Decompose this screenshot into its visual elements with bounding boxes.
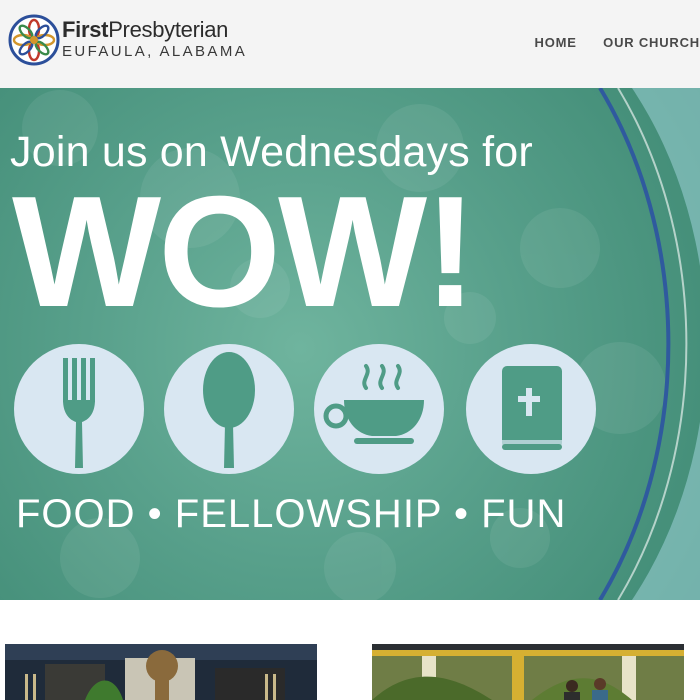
brand-location: EUFAULA, ALABAMA	[62, 43, 248, 60]
coffee-cup-icon	[323, 364, 424, 444]
brand-name: FirstPresbyterian	[62, 18, 247, 42]
main-nav: HOME OUR CHURCH	[513, 34, 700, 52]
hero-title: WOW!	[12, 164, 477, 340]
fork-icon	[63, 358, 95, 468]
church-logo-icon[interactable]	[8, 14, 60, 66]
hero-banner[interactable]: Join us on Wednesdays for WOW! FOOD • FE…	[0, 88, 700, 600]
bible-icon-circle	[466, 344, 596, 474]
bible-icon	[502, 366, 562, 450]
nav-our-church[interactable]: OUR CHURCH	[603, 35, 700, 50]
fellowship-photo[interactable]	[372, 644, 684, 700]
spoon-icon-circle	[164, 344, 294, 474]
nav-home[interactable]: HOME	[535, 35, 577, 50]
brand-rest: Presbyterian	[108, 17, 229, 42]
fellowship-image	[372, 644, 684, 700]
sanctuary-image	[5, 644, 317, 700]
fork-icon-circle	[14, 344, 144, 474]
site-brand[interactable]: FirstPresbyterian EUFAULA, ALABAMA	[62, 18, 247, 61]
hero-subtitle: FOOD • FELLOWSHIP • FUN	[16, 492, 567, 536]
spoon-icon	[203, 352, 255, 468]
brand-first: First	[62, 17, 109, 42]
site-header: FirstPresbyterian EUFAULA, ALABAMA HOME …	[0, 0, 700, 88]
coffee-cup-icon-circle	[314, 344, 444, 474]
sanctuary-photo[interactable]	[5, 644, 317, 700]
